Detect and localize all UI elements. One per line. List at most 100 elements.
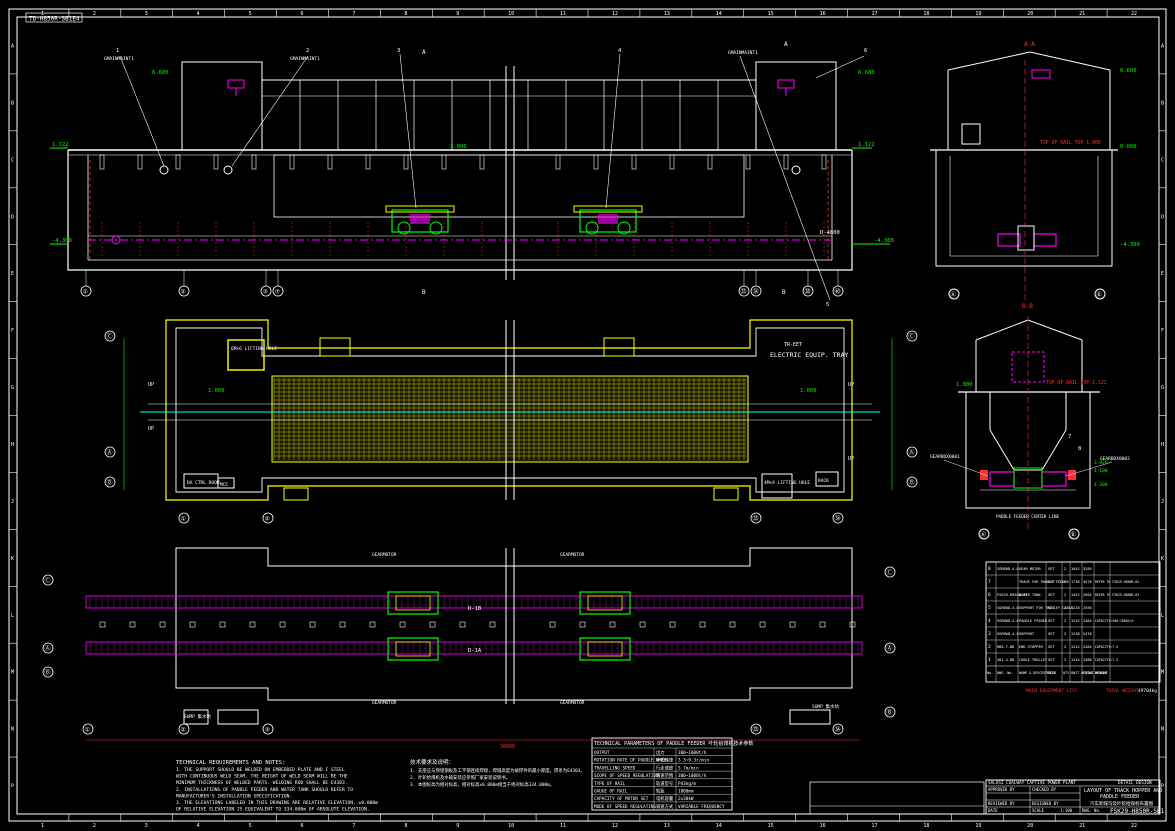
border-row-right: F <box>1161 328 1164 334</box>
border-row-right: E <box>1161 271 1164 277</box>
border-col-top: 16 <box>820 11 826 17</box>
bb-callout-8: 8 <box>1078 446 1081 452</box>
rail-axis-row-b-r-label: Ⓑ <box>887 709 893 717</box>
parts-dwg: SGMZWD-4.8 <box>997 606 1019 610</box>
parts-remark: CAPACITY=7.5 <box>1095 658 1118 662</box>
border-row-left: L <box>11 613 14 619</box>
tech-param-name: TYPE OF RAIL <box>594 781 625 787</box>
border-row-left: P <box>11 784 14 790</box>
aa-elev-bottom: -4.300 <box>1120 242 1140 248</box>
parts-dwg: SGMZWD-4.8 <box>997 632 1019 636</box>
plan-axis-row-c-r-label: Ⓒ <box>909 333 915 341</box>
grating-area <box>271 375 749 463</box>
elec-tray-code: TR-EET <box>784 342 802 348</box>
border-col-top: 21 <box>1079 11 1085 17</box>
parts-total-wt: 3476 <box>1083 580 1092 584</box>
border-row-left: H <box>11 442 14 448</box>
border-row-left: K <box>11 556 14 562</box>
pit-dimension: D-4800 <box>820 230 840 236</box>
title-scale-label: SCALE <box>1032 808 1045 813</box>
parts-unit-wt: 1642 <box>1071 567 1080 571</box>
elev-right: 1.122 <box>858 142 875 148</box>
parts-name: CABLE TROLLEY <box>1019 658 1048 662</box>
parts-no: 8 <box>988 566 991 572</box>
tech-param-value: 1800mm <box>678 789 694 795</box>
rail-axis-row-a-label: Ⓐ <box>45 645 51 653</box>
parts-unit-wt: 1452 <box>1071 593 1080 597</box>
parts-unit-wt: 1242 <box>1071 645 1080 649</box>
aa-red-note: TOP OF RAIL TOP 1.000 <box>1040 140 1101 146</box>
parts-unit: SET <box>1048 605 1056 610</box>
parts-unit-wt: 1228 <box>1071 606 1080 610</box>
border-row-left: B <box>11 100 14 106</box>
plan-axis-col-label: ② <box>265 516 270 523</box>
parts-qty: 2 <box>1064 644 1066 649</box>
elec-tray-label: ELECTRIC EQUIP. TRAY <box>770 351 848 359</box>
parts-no: 4 <box>988 618 991 624</box>
lifting-hole-2-label: 4M×4 LIFTING HOLE <box>764 480 810 486</box>
rail-axis-row-a-r-label: Ⓐ <box>887 645 893 653</box>
tech-param-cn: 电机容量 <box>656 795 674 802</box>
plan-axis-row-b-label: Ⓑ <box>107 479 113 487</box>
bb-elev-2: 4-100 <box>1094 468 1108 474</box>
title-stage: DETAIL DESIGN <box>1118 780 1152 786</box>
elev-axis-bubble-label: ③ <box>263 289 268 296</box>
parts-name: PADDLE FEEDER <box>1019 619 1048 623</box>
border-col-top: 5 <box>249 11 252 17</box>
tech-param-value: VARIABLE FREQUENCY <box>678 804 725 810</box>
tech-param-cn: 出力 <box>656 749 665 756</box>
parts-qty: 2 <box>1064 618 1066 623</box>
parts-dwg: SGMZWD-4.8 <box>997 567 1019 571</box>
parts-total-wt: 2488 <box>1083 658 1092 662</box>
rail-axis-col-label: ㉞ <box>835 726 841 734</box>
cad-drawing: 1122334455667788991010111112121313141415… <box>0 0 1175 831</box>
callout-1: 1 <box>116 48 119 54</box>
control-room-label: DA CTRL ROOM <box>187 480 220 486</box>
parts-header-cell: REMARK <box>1095 671 1108 675</box>
parts-unit-wt: 1238 <box>1071 632 1080 636</box>
tech-params-title: TECHNICAL PARAMETERS OF PADDLE FEEDER 叶轮… <box>594 740 753 747</box>
border-col-top: 9 <box>456 11 459 17</box>
bb-elev-3: 4-300 <box>1094 482 1108 488</box>
tech-param-cn: 调速范围 <box>656 772 673 779</box>
section-mark-b2: B <box>782 289 786 296</box>
bb-elev-left: 1.000 <box>956 382 973 388</box>
border-col-top: 22 <box>1131 11 1137 17</box>
parts-no: 2 <box>988 644 991 650</box>
border-col-bottom: 6 <box>301 823 304 829</box>
border-row-left: M <box>11 670 14 676</box>
border-col-top: 3 <box>145 11 148 17</box>
border-row-right: H <box>1161 442 1164 448</box>
note-line: MINIMUM THICKNESS OF WELDED PARTS. WELDI… <box>176 780 347 786</box>
note-line: 2. INSTALLATIONS OF PADDLE FEEDER AND WA… <box>176 787 353 793</box>
elev-axis-bubble-label: ㊳ <box>805 288 811 296</box>
border-row-right: M <box>1161 670 1164 676</box>
rail-axis-col-label: ㉝ <box>753 726 759 734</box>
parts-total-wt: 2904 <box>1083 593 1092 597</box>
bb-callout-7: 7 <box>1068 434 1071 440</box>
parts-unit: SET <box>1048 657 1056 662</box>
aa-elev-top: 6.600 <box>1120 68 1137 74</box>
plan-level-right: 1.000 <box>800 388 817 394</box>
border-col-bottom: 9 <box>456 823 459 829</box>
border-row-left: G <box>11 385 14 391</box>
border-row-left: C <box>11 157 14 163</box>
parts-unit: SET <box>1048 566 1056 571</box>
plan-axis-row-c-label: Ⓒ <box>107 333 113 341</box>
border-col-bottom: 18 <box>923 823 929 829</box>
callout-label-3: GMAINMAINT1 <box>728 50 758 56</box>
note-cn-line: 1. 支座应与预埋钢板及工字钢连续焊接，焊缝高度为被焊件的最小厚度，焊条为E43… <box>410 767 585 774</box>
parts-unit: SET <box>1048 592 1056 597</box>
border-col-bottom: 5 <box>249 823 252 829</box>
elev-axis-bubble-label: ① <box>83 289 88 296</box>
parts-total-wt: 2456 <box>1083 606 1092 610</box>
total-weight-value: 49704kg <box>1138 688 1157 694</box>
elev-top-left: 6.600 <box>152 70 169 76</box>
border-col-bottom: 8 <box>404 823 407 829</box>
section-aa-title: A-A <box>1024 41 1035 48</box>
border-col-bottom: 3 <box>145 823 148 829</box>
up-label-3: UP <box>848 382 854 388</box>
border-col-bottom: 21 <box>1079 823 1085 829</box>
sump-left-label: SUMP 集水坑 <box>184 713 212 720</box>
title-designed: DESIGNED BY <box>1032 801 1059 806</box>
